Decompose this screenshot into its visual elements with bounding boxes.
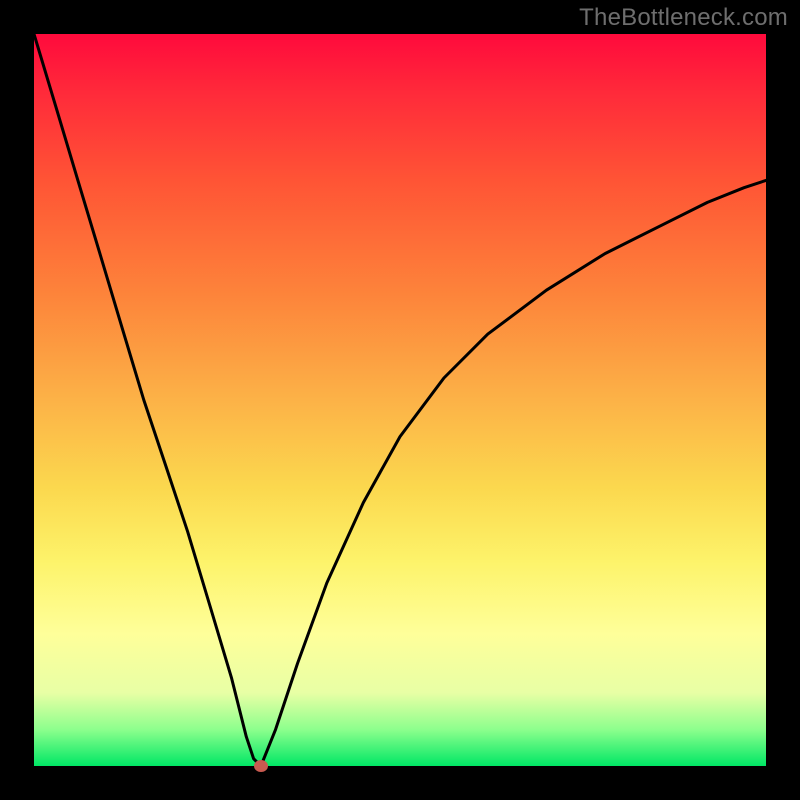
chart-frame: TheBottleneck.com xyxy=(0,0,800,800)
watermark-text: TheBottleneck.com xyxy=(579,4,788,32)
optimum-marker-dot xyxy=(254,760,268,772)
plot-gradient-background xyxy=(34,34,766,766)
